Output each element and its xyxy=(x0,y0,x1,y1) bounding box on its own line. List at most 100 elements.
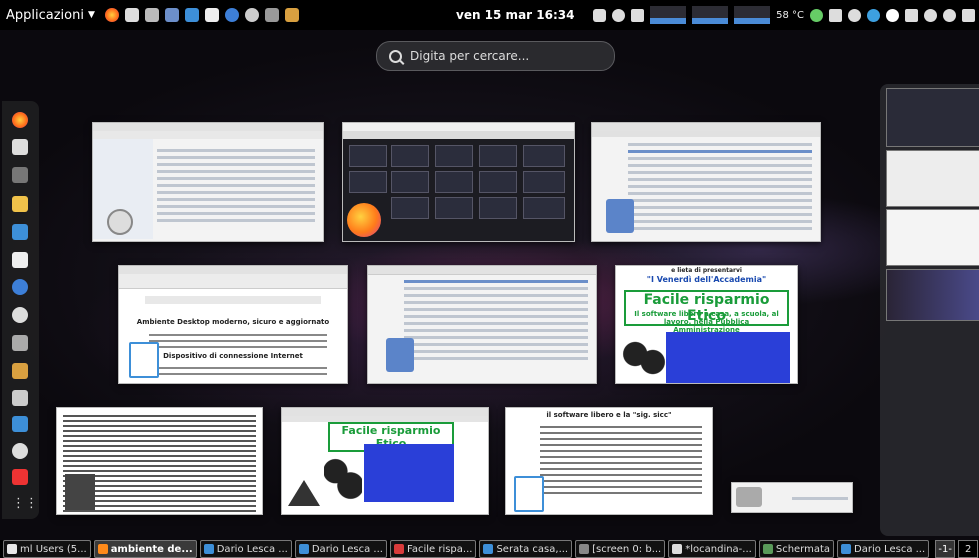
workspace-thumb-3[interactable] xyxy=(886,209,979,266)
vm-icon[interactable] xyxy=(264,8,279,22)
presentation-icon[interactable] xyxy=(12,469,28,485)
puzzle-icon[interactable] xyxy=(905,8,918,22)
window-writer-doc-2[interactable]: il software libero e la "sig. sicc" xyxy=(505,407,713,515)
writer-icon xyxy=(514,476,544,512)
taskbar-item[interactable]: *locandina-... xyxy=(668,540,756,558)
doc-heading: il software libero e la "sig. sicc" xyxy=(546,411,672,419)
document-icon[interactable] xyxy=(12,252,28,268)
system-tray: 58 °C xyxy=(593,6,975,24)
window-thunderbird-list[interactable] xyxy=(591,122,821,242)
window-inkscape[interactable]: Facile risparmio Etico xyxy=(281,407,489,515)
settings-icon[interactable] xyxy=(12,139,28,155)
wifi-icon[interactable] xyxy=(924,8,937,22)
workspace-thumb-1[interactable] xyxy=(886,88,979,147)
app-icon xyxy=(762,544,773,554)
writer-icon[interactable] xyxy=(12,224,28,240)
link-icon[interactable] xyxy=(810,8,823,22)
dash: ⋮⋮ xyxy=(2,101,39,519)
email-icon[interactable] xyxy=(12,307,28,323)
writer-icon[interactable] xyxy=(184,8,199,22)
app-icon xyxy=(203,544,214,554)
taskbar-item[interactable]: Facile rispa... xyxy=(389,540,477,558)
home-icon[interactable] xyxy=(124,8,139,22)
app-icon xyxy=(841,544,852,554)
window-file-list[interactable] xyxy=(367,265,597,384)
display-icon[interactable] xyxy=(12,390,28,406)
thunderbird-icon[interactable] xyxy=(12,279,28,295)
files-icon[interactable] xyxy=(12,196,28,212)
app-icon xyxy=(483,544,494,554)
inkscape-icon[interactable] xyxy=(284,8,299,22)
firefox-icon[interactable] xyxy=(12,112,28,128)
taskbar-item-label: ml Users (5... xyxy=(20,543,87,555)
bottom-taskbar: ml Users (5... ambiente de... Dario Lesca … xyxy=(0,540,979,558)
taskbar-item-label: *locandina-... xyxy=(685,543,752,555)
taskbar-item-label: Facile rispa... xyxy=(406,543,473,555)
firefox-icon[interactable] xyxy=(104,8,119,22)
taskbar-item[interactable]: [screen 0: b... xyxy=(575,540,666,558)
poster-pretitle: e lieta di presentarvi xyxy=(671,267,742,274)
eject-icon[interactable] xyxy=(631,8,645,22)
files-icon[interactable] xyxy=(164,8,179,22)
taskbar-item[interactable]: ml Users (5... xyxy=(3,540,91,558)
window-screenshot-dialog[interactable] xyxy=(731,482,853,513)
taskbar-item[interactable]: Serata casa,... xyxy=(479,540,573,558)
app-grid-icon[interactable]: ⋮⋮ xyxy=(12,496,38,512)
inkscape-icon[interactable] xyxy=(12,363,28,379)
taskbar-item[interactable]: Dario Lesca ... xyxy=(294,540,387,558)
taskbar-item[interactable]: Dario Lesca ... xyxy=(199,540,292,558)
search-field[interactable]: Digita per cercare... xyxy=(376,41,615,71)
window-writer-doc[interactable]: Ambiente Desktop moderno, sicuro e aggio… xyxy=(118,265,348,384)
search-placeholder: Digita per cercare... xyxy=(410,49,530,63)
alert-icon[interactable] xyxy=(886,8,899,22)
poster-blue-band xyxy=(364,444,454,502)
app-icon xyxy=(672,544,683,554)
applications-menu[interactable]: Applicazioni ▼ xyxy=(0,8,95,23)
app-icon xyxy=(298,544,309,554)
email-icon[interactable] xyxy=(244,8,259,22)
window-terminal[interactable] xyxy=(56,407,263,515)
taskbar-item[interactable]: Schermata xyxy=(758,540,835,558)
firefox-icon xyxy=(347,203,381,237)
workspace-thumb-4[interactable] xyxy=(886,269,979,321)
telegram-icon[interactable] xyxy=(867,8,880,22)
app-icon xyxy=(97,544,108,554)
workspace-button[interactable]: -1- xyxy=(935,540,956,558)
settings-icon[interactable] xyxy=(593,8,607,22)
disk-icon[interactable] xyxy=(829,8,842,22)
clock[interactable]: ven 15 mar 16:34 xyxy=(456,8,574,22)
memory-graph xyxy=(692,6,729,24)
poster-subtitle: Il software libero a casa, a scuola, al … xyxy=(634,310,779,334)
app-icon xyxy=(7,544,17,554)
workspace-thumb-2[interactable] xyxy=(886,150,979,207)
network-graph xyxy=(734,6,771,24)
compass-icon[interactable] xyxy=(12,443,28,459)
terminal-icon[interactable] xyxy=(144,8,159,22)
window-firefox[interactable] xyxy=(342,122,575,242)
vm-icon[interactable] xyxy=(12,335,28,351)
workspace-switcher xyxy=(880,84,979,536)
timer-icon[interactable] xyxy=(612,8,626,22)
taskbar-item-label: [screen 0: b... xyxy=(592,543,662,555)
taskbar-item-label: Dario Lesca ... xyxy=(311,543,383,555)
taskbar-item[interactable]: ambiente de... xyxy=(93,540,197,558)
search-icon xyxy=(389,49,402,63)
folder-icon xyxy=(386,338,414,372)
app-icon xyxy=(579,544,590,554)
document-icon[interactable] xyxy=(204,8,219,22)
window-list: ml Users (5... ambiente de... Dario Lesca … xyxy=(3,540,932,558)
penguins-image xyxy=(324,452,362,500)
workspace-button[interactable]: 2 xyxy=(958,540,979,558)
writer-icon[interactable] xyxy=(12,416,28,432)
window-poster[interactable]: e lieta di presentarvi "I Venerdì dell'A… xyxy=(615,265,798,384)
taskbar-item[interactable]: Dario Lesca ... xyxy=(837,540,930,558)
update-icon[interactable] xyxy=(848,8,861,22)
window-thunderbird[interactable] xyxy=(92,122,324,242)
volume-icon[interactable] xyxy=(943,8,956,22)
app-icon xyxy=(393,544,404,554)
taskbar-item-label: Serata casa,... xyxy=(496,543,569,555)
workspace-buttons: -1-234 xyxy=(932,540,979,558)
battery-icon[interactable] xyxy=(962,8,975,22)
terminal-icon[interactable] xyxy=(12,167,28,183)
thunderbird-icon[interactable] xyxy=(224,8,239,22)
